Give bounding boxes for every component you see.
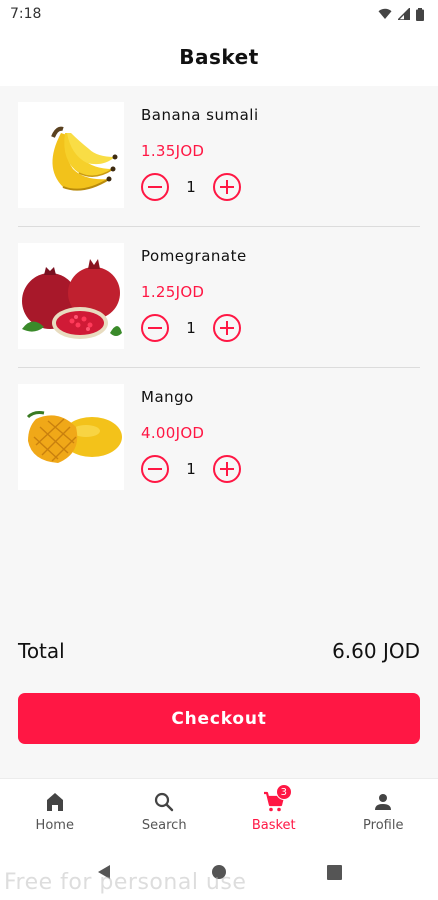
- quantity-stepper: 1: [141, 314, 241, 342]
- decrease-quantity-button[interactable]: [141, 455, 169, 483]
- quantity-stepper: 1: [141, 173, 241, 201]
- status-time: 7:18: [10, 6, 42, 22]
- minus-icon: [148, 186, 162, 188]
- mango-image: [26, 411, 122, 463]
- nav-profile-label: Profile: [363, 818, 404, 833]
- increase-quantity-button[interactable]: [213, 455, 241, 483]
- minus-icon: [148, 468, 162, 470]
- status-icons: [378, 7, 424, 21]
- product-name: Banana sumali: [141, 106, 259, 124]
- quantity-value: 1: [186, 178, 196, 196]
- cart-badge: 3: [275, 784, 292, 800]
- recents-icon[interactable]: [326, 864, 342, 880]
- nav-profile[interactable]: Profile: [329, 779, 438, 844]
- pomegranate-image: [22, 259, 122, 339]
- product-price: 1.35JOD: [141, 142, 205, 160]
- nav-search-label: Search: [141, 818, 187, 833]
- decrease-quantity-button[interactable]: [141, 173, 169, 201]
- nav-home[interactable]: Home: [0, 779, 110, 844]
- product-price: 1.25JOD: [141, 283, 205, 301]
- search-icon: [155, 792, 174, 812]
- checkout-label: Checkout: [171, 708, 267, 729]
- decrease-quantity-button[interactable]: [141, 314, 169, 342]
- quantity-stepper: 1: [141, 455, 241, 483]
- nav-search[interactable]: Search: [110, 779, 220, 844]
- total-label: Total: [18, 639, 65, 663]
- battery-icon: [416, 7, 424, 21]
- basket-item: Banana sumali 1.35JOD 1: [0, 86, 438, 227]
- nav-basket-label: Basket: [251, 818, 296, 833]
- minus-icon: [148, 327, 162, 329]
- person-icon: [375, 794, 392, 810]
- product-image: [18, 102, 124, 208]
- home-circle-icon[interactable]: [211, 864, 227, 880]
- back-icon[interactable]: [97, 864, 111, 880]
- home-icon: [46, 793, 63, 811]
- basket-item: Mango 4.00JOD 1: [0, 368, 438, 509]
- status-bar: 7:18: [0, 0, 438, 28]
- quantity-value: 1: [186, 319, 196, 337]
- app-header: Basket: [0, 28, 438, 86]
- nav-basket[interactable]: 3 Basket: [219, 779, 329, 844]
- increase-quantity-button[interactable]: [213, 314, 241, 342]
- quantity-value: 1: [186, 460, 196, 478]
- product-image: [18, 384, 124, 490]
- wifi-icon: [378, 8, 392, 19]
- product-price: 4.00JOD: [141, 424, 205, 442]
- total-row: Total 6.60 JOD: [18, 636, 420, 666]
- increase-quantity-button[interactable]: [213, 173, 241, 201]
- banana-image: [51, 126, 118, 191]
- system-nav-bar: [0, 844, 438, 900]
- signal-icon: [398, 8, 410, 20]
- bottom-nav: Home Search 3 Basket Profile: [0, 778, 438, 844]
- basket-item: Pomegranate 1.25JOD 1: [0, 227, 438, 368]
- checkout-button[interactable]: Checkout: [18, 693, 420, 744]
- page-title: Basket: [179, 45, 259, 69]
- product-name: Mango: [141, 388, 194, 406]
- product-image: [18, 243, 124, 349]
- total-value: 6.60 JOD: [332, 639, 420, 663]
- product-name: Pomegranate: [141, 247, 247, 265]
- nav-home-label: Home: [35, 818, 74, 833]
- cart-icon-wrap: 3: [262, 784, 292, 814]
